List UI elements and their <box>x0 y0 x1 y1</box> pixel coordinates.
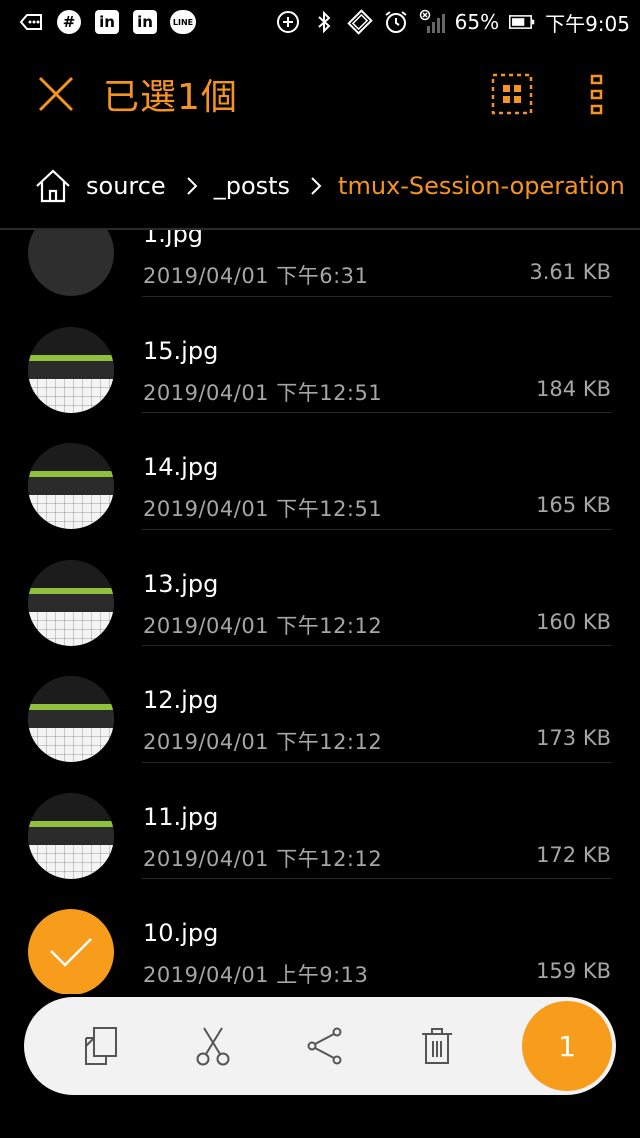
file-date: 2019/04/01 下午12:51 <box>143 497 383 521</box>
file-thumbnail[interactable] <box>28 792 114 879</box>
keyboard-screenshot-image <box>28 676 114 762</box>
battery-percent: 65% <box>454 10 500 34</box>
linkedin-app-label: in <box>95 10 119 34</box>
battery-icon <box>509 9 535 35</box>
delete-icon <box>422 1028 452 1064</box>
file-size: 3.61 KB <box>529 260 611 284</box>
breadcrumb-item-current[interactable]: tmux-Session-operation <box>338 172 625 200</box>
file-date: 2019/04/01 下午12:12 <box>143 846 383 871</box>
file-size: 159 KB <box>536 959 611 983</box>
share-icon <box>307 1027 342 1065</box>
file-row[interactable]: 13.jpg 2019/04/01 下午12:12 160 KB <box>0 530 640 646</box>
copy-button[interactable] <box>78 1023 124 1069</box>
file-thumbnail[interactable] <box>28 676 114 762</box>
selected-count-badge[interactable]: 1 <box>522 1001 612 1091</box>
file-thumbnail[interactable] <box>28 559 114 646</box>
file-row[interactable]: 15.jpg 2019/04/01 下午12:51 184 KB <box>0 297 640 413</box>
delete-button[interactable] <box>414 1023 460 1069</box>
copy-icon <box>85 1027 117 1065</box>
file-thumbnail[interactable] <box>28 230 114 296</box>
file-name: 15.jpg <box>143 336 219 365</box>
file-name: 10.jpg <box>143 919 219 947</box>
cut-button[interactable] <box>190 1023 236 1069</box>
selected-checkmark[interactable] <box>28 909 114 994</box>
select-all-icon <box>491 73 533 115</box>
breadcrumb-item-posts[interactable]: _posts <box>214 172 290 200</box>
selection-title: 已選1個 <box>103 77 238 118</box>
file-size: 165 KB <box>536 493 611 517</box>
file-row[interactable]: 14.jpg 2019/04/01 下午12:51 165 KB <box>0 413 640 530</box>
breadcrumb: source _posts tmux-Session-operation <box>0 144 640 228</box>
home-icon <box>36 169 70 203</box>
hashtag-app-label: # <box>57 10 81 34</box>
more-vert-icon <box>590 74 603 115</box>
file-date: 2019/04/01 上午9:13 <box>143 963 369 987</box>
share-button[interactable] <box>302 1023 348 1069</box>
file-size: 184 KB <box>536 376 611 401</box>
file-name: 11.jpg <box>143 802 219 831</box>
linkedin-app-label: in <box>133 10 157 34</box>
close-icon <box>38 76 74 112</box>
more-options-button[interactable] <box>582 70 612 120</box>
file-name: 13.jpg <box>143 569 219 598</box>
chevron-right-icon <box>308 174 324 198</box>
breadcrumb-item-source[interactable]: source <box>86 172 166 200</box>
line-app-label: LINE <box>170 10 196 34</box>
file-list[interactable]: 1.jpg 2019/04/01 下午6:31 3.61 KB 15.jpg 2… <box>0 230 640 994</box>
alarm-icon <box>383 9 409 35</box>
file-date: 2019/04/01 下午12:12 <box>143 613 383 638</box>
select-all-button[interactable] <box>490 72 534 116</box>
file-date: 2019/04/01 下午12:12 <box>143 730 383 754</box>
file-thumbnail[interactable] <box>28 443 114 529</box>
chevron-right-icon <box>184 174 200 198</box>
close-selection-button[interactable] <box>36 74 76 114</box>
voicemail-icon <box>18 9 44 35</box>
file-thumbnail[interactable] <box>28 326 114 413</box>
clock: 下午9:05 <box>545 11 630 36</box>
linkedin-icon: in <box>94 9 120 35</box>
line-icon: LINE <box>170 9 196 35</box>
cut-icon <box>196 1027 230 1066</box>
linkedin-icon: in <box>132 9 158 35</box>
file-name: 1.jpg <box>143 230 204 248</box>
auto-rotate-icon <box>346 9 373 35</box>
file-list-content: 1.jpg 2019/04/01 下午6:31 3.61 KB 15.jpg 2… <box>0 230 640 994</box>
data-saver-icon <box>275 9 301 35</box>
file-row[interactable]: 12.jpg 2019/04/01 下午12:12 173 KB <box>0 646 640 763</box>
file-name: 12.jpg <box>143 686 219 714</box>
bluetooth-icon <box>311 9 337 35</box>
file-size: 160 KB <box>536 609 611 634</box>
file-date: 2019/04/01 下午12:51 <box>143 380 383 405</box>
keyboard-screenshot-image <box>28 443 114 529</box>
signal-icon <box>419 9 445 35</box>
keyboard-screenshot-image <box>28 326 114 413</box>
check-icon <box>50 938 92 967</box>
file-name: 14.jpg <box>143 453 219 481</box>
file-size: 172 KB <box>536 842 611 867</box>
file-date: 2019/04/01 下午6:31 <box>143 264 369 288</box>
action-bar: 已選1個 <box>0 44 640 144</box>
slack-icon: # <box>56 9 82 35</box>
file-row[interactable]: 1.jpg 2019/04/01 下午6:31 3.61 KB <box>0 230 640 297</box>
home-button[interactable] <box>34 167 72 205</box>
file-row-selected[interactable]: 10.jpg 2019/04/01 上午9:13 159 KB <box>0 879 640 994</box>
status-bar: # in in LINE 65% 下午9:05 <box>0 0 640 44</box>
file-size: 173 KB <box>536 726 611 750</box>
keyboard-screenshot-image <box>28 792 114 879</box>
keyboard-screenshot-image <box>28 559 114 646</box>
file-row[interactable]: 11.jpg 2019/04/01 下午12:12 172 KB <box>0 763 640 879</box>
